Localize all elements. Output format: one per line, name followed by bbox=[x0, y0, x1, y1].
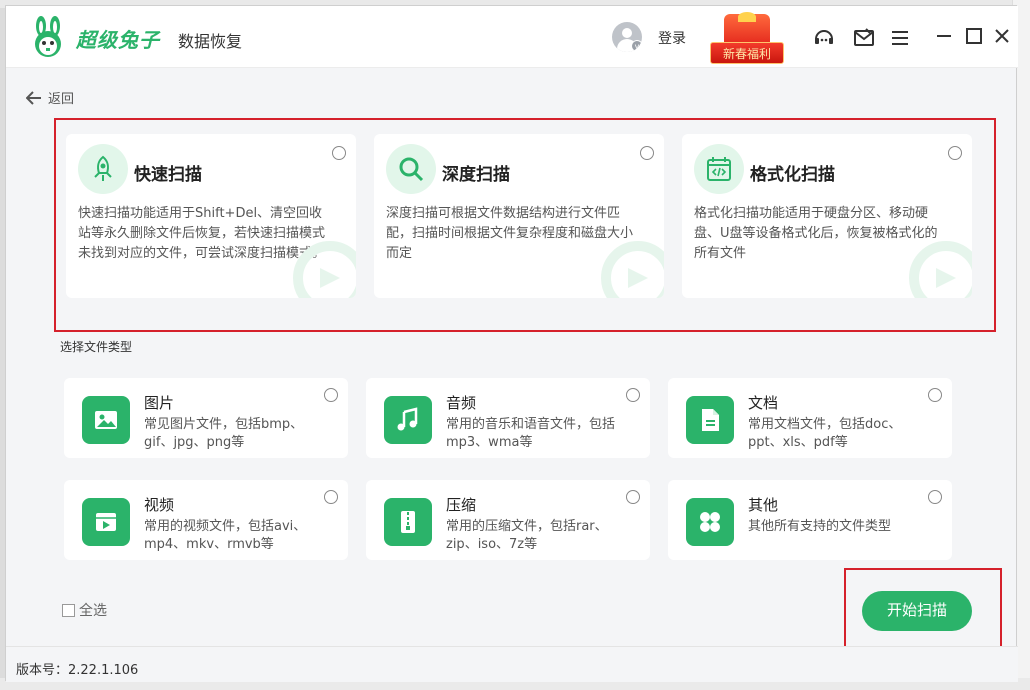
file-type-desc: 常用的视频文件，包括avi、mp4、mkv、rmvb等 bbox=[144, 519, 307, 552]
back-button[interactable]: 返回 bbox=[26, 88, 74, 107]
calendar-code-icon bbox=[694, 144, 744, 194]
file-type-desc: 常用的音乐和语音文件，包括mp3、wma等 bbox=[446, 417, 616, 450]
file-type-document[interactable]: 文档 常用文档文件，包括doc、ppt、xls、pdf等 bbox=[668, 378, 952, 458]
file-type-audio[interactable]: 音频 常用的音乐和语音文件，包括mp3、wma等 bbox=[366, 378, 650, 458]
watermark-icon bbox=[293, 241, 356, 298]
file-type-title: 文档 bbox=[748, 394, 779, 412]
image-icon bbox=[82, 396, 130, 444]
document-icon bbox=[686, 396, 734, 444]
select-all[interactable]: 全选 bbox=[62, 600, 107, 620]
file-type-archive[interactable]: 压缩 常用的压缩文件，包括rar、zip、iso、7z等 bbox=[366, 480, 650, 560]
menu-icon[interactable] bbox=[888, 26, 912, 50]
file-type-other[interactable]: 其他 其他所有支持的文件类型 bbox=[668, 480, 952, 560]
file-type-radio[interactable] bbox=[324, 388, 338, 402]
login-link[interactable]: 登录 bbox=[658, 28, 686, 48]
close-button[interactable] bbox=[990, 24, 1014, 48]
scan-mode-title: 格式化扫描 bbox=[750, 165, 835, 185]
footer: 版本号：2.22.1.106 bbox=[6, 646, 1018, 682]
version-text: 版本号：2.22.1.106 bbox=[16, 663, 139, 678]
watermark-icon bbox=[909, 241, 972, 298]
rocket-icon bbox=[78, 144, 128, 194]
music-icon bbox=[384, 396, 432, 444]
support-icon[interactable] bbox=[812, 26, 836, 50]
file-type-desc: 常用的压缩文件，包括rar、zip、iso、7z等 bbox=[446, 519, 608, 552]
zip-icon bbox=[384, 498, 432, 546]
file-type-desc: 其他所有支持的文件类型 bbox=[748, 519, 892, 534]
file-type-title: 图片 bbox=[144, 394, 175, 412]
app-window: 超级兔子 数据恢复 v 登录 新春福利 返回 快速扫描 快速扫描功能适用于Shi… bbox=[5, 5, 1018, 682]
start-scan-button[interactable]: 开始扫描 bbox=[862, 591, 972, 631]
file-type-radio[interactable] bbox=[626, 490, 640, 504]
grid-icon bbox=[686, 498, 734, 546]
maximize-button[interactable] bbox=[962, 24, 986, 48]
scan-mode-deep[interactable]: 深度扫描 深度扫描可根据文件数据结构进行文件匹配，扫描时间根据文件复杂程度和磁盘… bbox=[374, 134, 664, 298]
file-type-image[interactable]: 图片 常见图片文件，包括bmp、gif、jpg、png等 bbox=[64, 378, 348, 458]
file-type-radio[interactable] bbox=[626, 388, 640, 402]
file-type-title: 视频 bbox=[144, 496, 175, 514]
file-type-radio[interactable] bbox=[324, 490, 338, 504]
file-type-desc: 常见图片文件，包括bmp、gif、jpg、png等 bbox=[144, 417, 304, 450]
brand-subtitle: 数据恢复 bbox=[178, 32, 243, 51]
promo-label: 新春福利 bbox=[710, 42, 784, 64]
minimize-icon bbox=[937, 35, 951, 37]
file-types-label: 选择文件类型 bbox=[60, 340, 133, 354]
scan-mode-title: 快速扫描 bbox=[134, 165, 202, 185]
scan-mode-format[interactable]: 格式化扫描 格式化扫描功能适用于硬盘分区、移动硬盘、U盘等设备格式化后，恢复被格… bbox=[682, 134, 972, 298]
file-type-title: 压缩 bbox=[446, 496, 477, 514]
back-label: 返回 bbox=[48, 92, 75, 107]
file-type-radio[interactable] bbox=[928, 388, 942, 402]
magnifier-icon bbox=[386, 144, 436, 194]
scan-mode-radio[interactable] bbox=[332, 146, 346, 160]
scan-mode-radio[interactable] bbox=[948, 146, 962, 160]
scan-mode-title: 深度扫描 bbox=[442, 165, 510, 185]
file-type-title: 其他 bbox=[748, 496, 779, 514]
rabbit-logo-icon bbox=[35, 16, 61, 57]
start-scan-highlight: 开始扫描 bbox=[844, 568, 1002, 654]
promo-banner[interactable]: 新春福利 bbox=[708, 12, 786, 64]
minimize-button[interactable] bbox=[932, 24, 956, 48]
arrow-left-icon bbox=[26, 90, 41, 105]
select-all-checkbox[interactable] bbox=[62, 603, 75, 617]
select-all-label: 全选 bbox=[79, 603, 107, 619]
header: 超级兔子 数据恢复 v 登录 新春福利 bbox=[6, 6, 1018, 68]
feedback-icon[interactable] bbox=[852, 26, 876, 50]
file-type-title: 音频 bbox=[446, 394, 477, 412]
scan-mode-panel: 快速扫描 快速扫描功能适用于Shift+Del、清空回收站等永久删除文件后恢复，… bbox=[54, 118, 996, 332]
scan-mode-quick[interactable]: 快速扫描 快速扫描功能适用于Shift+Del、清空回收站等永久删除文件后恢复，… bbox=[66, 134, 356, 298]
scan-mode-radio[interactable] bbox=[640, 146, 654, 160]
maximize-icon bbox=[966, 28, 982, 44]
file-type-desc: 常用文档文件，包括doc、ppt、xls、pdf等 bbox=[748, 417, 902, 450]
close-icon bbox=[995, 29, 1009, 43]
avatar[interactable]: v bbox=[612, 22, 642, 52]
video-icon bbox=[82, 498, 130, 546]
watermark-icon bbox=[601, 241, 664, 298]
file-type-radio[interactable] bbox=[928, 490, 942, 504]
brand-name: 超级兔子 bbox=[76, 28, 160, 52]
file-type-video[interactable]: 视频 常用的视频文件，包括avi、mp4、mkv、rmvb等 bbox=[64, 480, 348, 560]
